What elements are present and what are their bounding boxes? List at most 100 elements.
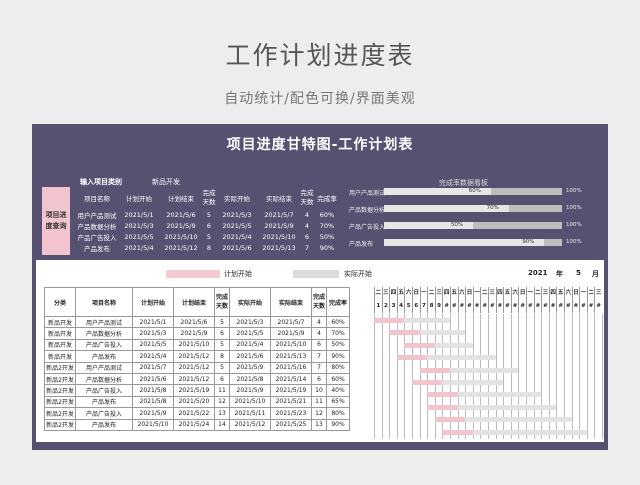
gantt-gridline (602, 314, 603, 439)
gantt-header-cell: 完成天数 (214, 287, 230, 317)
weekday-cell: 一 (579, 287, 587, 300)
day-cell: 3 (389, 300, 397, 313)
dashboard-track: 90% (384, 239, 562, 246)
day-cell: 4 (396, 300, 405, 313)
query-header-cell: 项目名称 (84, 195, 110, 203)
gantt-cell: 8 (214, 350, 230, 363)
day-cell: # (495, 300, 504, 313)
gantt-gridline (586, 314, 588, 439)
gantt-row: 新品2开发 产品数据分析 2021/5/6 2021/5/12 6 2021/5/8 202… (44, 372, 350, 386)
day-cell: # (503, 300, 511, 313)
gantt-header-cell: 项目名称 (75, 287, 133, 317)
gantt-cell: 产品数据分析 (75, 372, 133, 386)
gantt-cell: 用户产品测试 (75, 315, 133, 329)
gantt-cell: 2021/5/10 (270, 338, 312, 352)
gantt-cell: 2021/5/8 (132, 384, 174, 397)
gantt-cell: 2021/5/3 (132, 327, 174, 340)
query-cell: 8 (206, 243, 212, 252)
spreadsheet-sheet: 项目进度甘特图-工作计划表 输入项目类别 新品开发 项目进度查询 项目名称 计划开… (32, 124, 608, 450)
query-cell: 2021/5/6 (222, 243, 252, 252)
day-cell: # (480, 300, 488, 313)
query-cell: 2021/5/12 (164, 243, 198, 252)
gantt-cell: 2021/5/10 (173, 338, 215, 352)
gantt-cell: 产品广告投入 (75, 407, 133, 420)
plan-bar (389, 330, 420, 336)
gantt-gridline (374, 314, 375, 439)
gantt-header-cell: 计划开始 (132, 287, 174, 317)
gantt-cell: 70% (326, 327, 350, 340)
query-cell: 5 (206, 232, 212, 241)
day-cell: 2 (381, 300, 390, 313)
weekday-cell: 六 (510, 287, 519, 300)
gantt-cell: 12 (311, 407, 327, 420)
weekday-cell: 二 (480, 287, 488, 300)
gantt-cell: 2021/5/1 (132, 315, 174, 329)
gantt-cell: 新品2开发 (44, 361, 76, 374)
dashboard-label: 产品发布 (349, 241, 374, 248)
day-cell: # (450, 300, 458, 313)
gantt-cell: 13 (214, 407, 230, 420)
query-header-cell: 计划开始 (126, 195, 152, 203)
gantt-cell: 6 (311, 338, 327, 352)
day-cell: # (541, 300, 549, 313)
gantt-cell: 2021/5/12 (173, 350, 215, 363)
month-value[interactable]: 5 (576, 269, 581, 277)
weekday-cell: 六 (404, 287, 412, 300)
day-cell: # (594, 300, 602, 313)
legend-actual-label: 实际开始 (344, 270, 372, 278)
gantt-cell: 60% (326, 372, 350, 386)
query-cell: 90% (319, 243, 335, 252)
gantt-cell: 产品发布 (75, 418, 133, 431)
query-header-cell: 实际开始 (224, 195, 250, 203)
query-cell: 5 (206, 210, 212, 219)
day-cell: # (556, 300, 564, 313)
gantt-header-cell: 分类 (44, 287, 76, 317)
gantt-cell: 2021/5/23 (270, 407, 312, 420)
dashboard-fill (384, 239, 545, 246)
dashboard-track: 60% (384, 188, 562, 195)
dashboard-track: 50% (384, 222, 562, 229)
gantt-cell: 2021/5/4 (132, 350, 174, 363)
query-cell: 2021/5/5 (124, 232, 154, 241)
day-cell: # (533, 300, 542, 313)
dashboard-max: 100% (566, 205, 582, 211)
dashboard-max: 100% (566, 239, 582, 245)
gantt-cell: 2021/5/21 (270, 395, 312, 409)
plan-bar (396, 355, 428, 361)
day-cell: 1 (374, 300, 382, 313)
gantt-cell: 2021/5/9 (229, 361, 271, 374)
gantt-cell: 11 (311, 395, 327, 409)
project-query-button[interactable]: 项目进度查询 (42, 187, 70, 255)
gantt-cell: 2021/5/6 (132, 372, 174, 386)
weekday-cell: 一 (419, 287, 428, 300)
gantt-section: 计划开始 实际开始 2021 年 5 月 分类 项目名称 计划开始 计划结束 完成天数实… (36, 260, 604, 442)
gantt-cell: 2021/5/6 (173, 315, 215, 329)
query-header-cell: 实际结束 (266, 195, 292, 203)
gantt-cell: 2021/5/3 (229, 315, 271, 329)
gantt-cell: 90% (326, 418, 350, 431)
gantt-gridline (381, 314, 383, 439)
year-value[interactable]: 2021 (528, 269, 547, 277)
weekday-cell: 三 (541, 287, 549, 300)
query-cell: 产品数据分析 (77, 222, 117, 231)
query-cell: 2021/5/5 (222, 221, 252, 230)
gantt-cell: 新品开发 (44, 315, 76, 329)
day-cell: # (472, 300, 481, 313)
dashboard-percent: 50% (451, 222, 464, 228)
weekday-cell: 三 (434, 287, 443, 300)
dashboard-max: 100% (566, 222, 582, 228)
query-header-cell: 完成天数 (202, 189, 216, 206)
dashboard-row: 产品广告投入 50% 100% (344, 221, 604, 231)
gantt-row: 新品开发 产品广告投入 2021/5/5 2021/5/10 5 2021/5/4 2021… (44, 338, 350, 352)
dashboard-percent: 60% (468, 188, 482, 194)
query-cell: 2021/5/13 (262, 243, 296, 252)
query-cell: 产品发布 (84, 244, 110, 253)
input-category-field[interactable]: 新品开发 (152, 177, 180, 187)
gantt-header-cell: 完成天数 (311, 287, 327, 317)
day-cell: # (488, 300, 496, 313)
weekday-cell: 五 (396, 287, 405, 300)
day-cell: # (510, 300, 519, 313)
legend-actual-swatch (293, 270, 339, 278)
plan-bar (427, 392, 458, 398)
query-table: 项目名称 计划开始 计划结束 完成天数 实际开始 实际结束 完成天数 完成率 用户产品测试 202… (76, 187, 340, 253)
